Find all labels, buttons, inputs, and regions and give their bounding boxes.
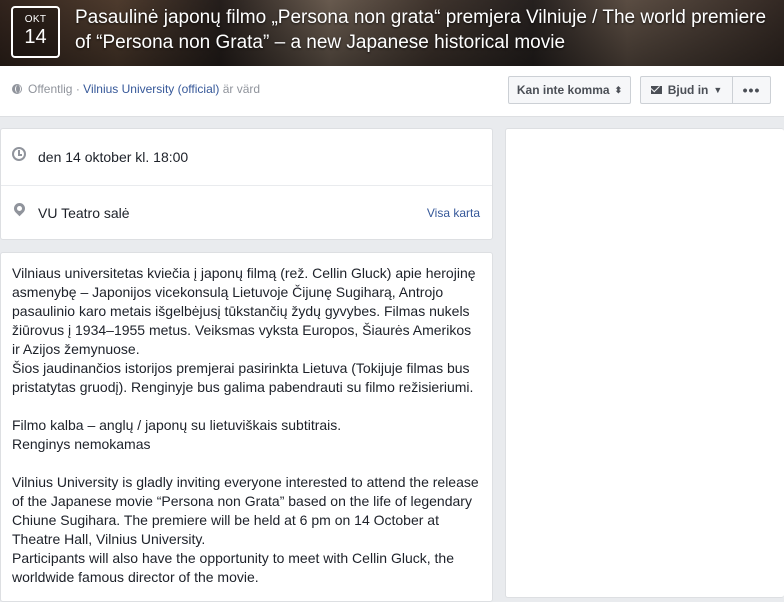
event-month: OKT: [24, 14, 47, 25]
chevron-down-icon: ▼: [713, 85, 723, 95]
event-description-card: Vilniaus universitetas kviečia į japonų …: [0, 252, 493, 602]
event-time: den 14 oktober kl. 18:00: [38, 149, 189, 165]
host-link[interactable]: Vilnius University (official): [83, 82, 219, 96]
globe-icon: [12, 84, 22, 94]
meta-separator: ·: [72, 82, 84, 96]
envelope-icon: [650, 86, 662, 94]
more-icon: •••: [742, 82, 761, 98]
show-map-link[interactable]: Visa karta: [427, 206, 480, 220]
event-meta: Offentlig · Vilnius University (official…: [12, 82, 260, 96]
event-details-card: den 14 oktober kl. 18:00 VU Teatro salė …: [0, 128, 493, 240]
updown-caret-icon: ⬍: [614, 84, 623, 95]
right-sidebar-card: [505, 128, 784, 598]
more-options-button[interactable]: •••: [733, 76, 771, 104]
event-date-badge: OKT 14: [11, 6, 60, 58]
privacy-label: Offentlig: [28, 82, 73, 96]
going-status-label: Kan inte komma: [516, 83, 610, 97]
event-location-row: VU Teatro salė Visa karta: [1, 185, 492, 241]
clock-icon: [12, 147, 26, 161]
event-description: Vilniaus universitetas kviečia į japonų …: [12, 265, 479, 585]
event-action-bar: Offentlig · Vilnius University (official…: [0, 66, 784, 117]
invite-label: Bjud in: [667, 83, 709, 97]
event-location[interactable]: VU Teatro salė: [38, 205, 130, 221]
event-cover: OKT 14 Pasaulinė japonų filmo „Persona n…: [0, 0, 784, 66]
location-pin-icon: [11, 200, 28, 217]
invite-button[interactable]: Bjud in ▼: [640, 76, 733, 104]
event-day: 14: [24, 26, 47, 48]
event-title: Pasaulinė japonų filmo „Persona non grat…: [75, 7, 767, 53]
going-status-button[interactable]: Kan inte komma ⬍: [508, 76, 631, 104]
host-suffix: är värd: [219, 82, 261, 96]
event-time-row: den 14 oktober kl. 18:00: [1, 129, 492, 186]
